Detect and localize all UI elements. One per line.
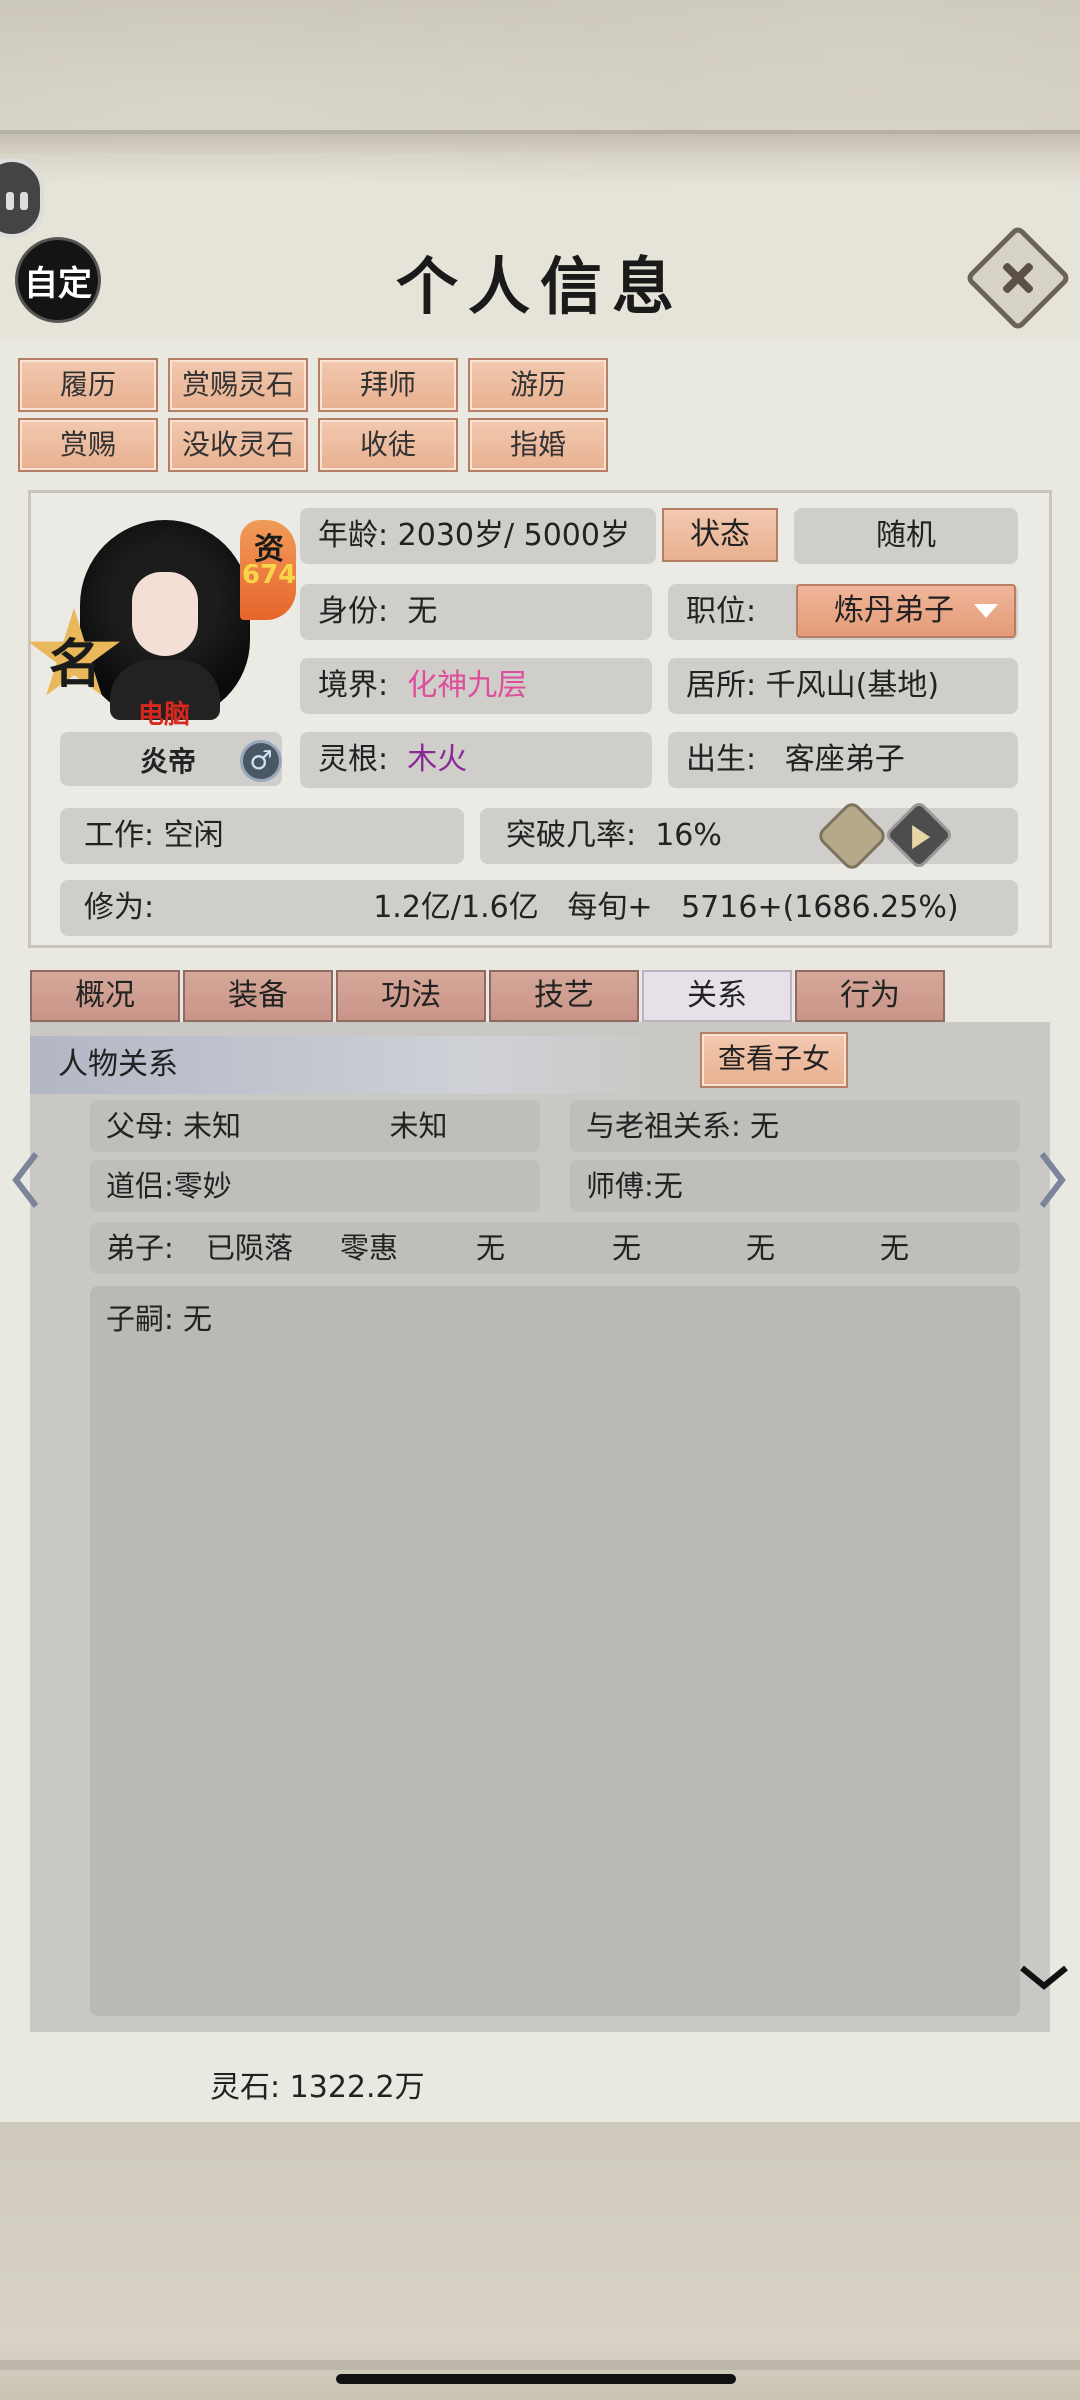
parent-1: 未知	[183, 1109, 242, 1143]
disciple-3: 无	[476, 1231, 506, 1265]
realm-label: 境界:	[318, 668, 389, 703]
disciple-1[interactable]: 已陨落	[206, 1222, 293, 1274]
work-field: 工作: 空闲	[60, 808, 464, 864]
random-button[interactable]: 随机	[794, 508, 1018, 564]
realm-field: 境界: 化神九层	[300, 658, 652, 714]
tab-relations[interactable]: 关系	[642, 970, 792, 1022]
rate-value: 5716+(1686.25%)	[681, 890, 959, 925]
spirit-root-field: 灵根: 木火	[300, 732, 652, 788]
resume-button[interactable]: 履历	[18, 358, 158, 412]
tab-behavior[interactable]: 行为	[795, 970, 945, 1022]
disciple-2[interactable]: 零惠	[340, 1222, 398, 1274]
chevron-down-icon[interactable]	[1018, 1962, 1070, 1992]
birth-field: 出生: 客座弟子	[668, 732, 1018, 788]
disciples-label: 弟子:	[106, 1231, 174, 1265]
identity-value: 无	[407, 594, 438, 629]
tab-overview[interactable]: 概况	[30, 970, 180, 1022]
apprentice-button[interactable]: 拜师	[318, 358, 458, 412]
dropdown-arrow-icon	[974, 604, 998, 618]
age-field: 年龄: 2030岁/ 5000岁	[300, 508, 656, 564]
spirit-root-label: 灵根:	[318, 742, 389, 777]
partner-field: 道侣:零妙	[90, 1160, 540, 1212]
home-indicator[interactable]	[336, 2374, 736, 2384]
cultivation-value: 1.2亿/1.6亿	[373, 890, 539, 925]
cultivation-label: 修为:	[84, 890, 155, 925]
disciple-6: 无	[880, 1231, 910, 1265]
travel-button[interactable]: 游历	[468, 358, 608, 412]
heirs-list: 子嗣: 无	[90, 1286, 1020, 2016]
disciple-4: 无	[612, 1231, 642, 1265]
cultivation-field: 修为: 1.2亿/1.6亿 每旬+ 5716+(1686.25%)	[60, 880, 1018, 936]
character-title: 炎帝	[140, 745, 197, 778]
birth-label: 出生:	[686, 742, 757, 777]
parents-field: 父母: 未知 未知	[90, 1100, 540, 1152]
custom-button[interactable]: 自定	[18, 240, 98, 320]
position-dropdown[interactable]: 炼丹弟子	[796, 584, 1016, 638]
view-children-button[interactable]: 查看子女	[700, 1032, 848, 1088]
prev-arrow-icon[interactable]	[10, 1150, 40, 1210]
page-title: 个人信息	[395, 250, 684, 323]
position-value: 炼丹弟子	[834, 593, 954, 628]
tab-techniques[interactable]: 功法	[336, 970, 486, 1022]
birth-value: 客座弟子	[784, 742, 905, 777]
position-label: 职位:	[686, 594, 757, 629]
next-arrow-icon[interactable]	[1038, 1150, 1068, 1210]
ancestor-relation-field: 与老祖关系: 无	[570, 1100, 1020, 1152]
take-disciple-button[interactable]: 收徒	[318, 418, 458, 472]
arrange-marriage-button[interactable]: 指婚	[468, 418, 608, 472]
section-title: 人物关系	[30, 1036, 670, 1094]
controller-label: 电脑	[138, 700, 191, 730]
parent-2: 未知	[389, 1109, 448, 1143]
parents-label: 父母:	[106, 1109, 174, 1143]
confiscate-stones-button[interactable]: 没收灵石	[168, 418, 308, 472]
rate-label: 每旬+	[567, 890, 653, 925]
breakthrough-value: 16%	[655, 818, 722, 853]
status-button[interactable]: 状态	[662, 508, 778, 562]
realm-value: 化神九层	[407, 668, 528, 703]
breakthrough-label: 突破几率:	[506, 818, 637, 853]
residence-field: 居所: 千风山(基地)	[668, 658, 1018, 714]
reward-button[interactable]: 赏赐	[18, 418, 158, 472]
identity-field: 身份: 无	[300, 584, 652, 640]
spirit-root-value: 木火	[407, 742, 468, 777]
name-badge: 名	[48, 634, 101, 695]
heirs-text: 子嗣: 无	[106, 1302, 212, 1336]
aptitude-value: 674	[242, 560, 297, 590]
master-field: 师傅:无	[570, 1160, 1020, 1212]
identity-label: 身份:	[318, 594, 389, 629]
bottom-scroll-background	[0, 2122, 1080, 2400]
male-icon: ♂	[240, 740, 282, 782]
reward-stones-button[interactable]: 赏赐灵石	[168, 358, 308, 412]
spirit-stones-count: 灵石: 1322.2万	[210, 2070, 425, 2105]
disciple-5: 无	[746, 1231, 776, 1265]
tab-equipment[interactable]: 装备	[183, 970, 333, 1022]
tab-skills[interactable]: 技艺	[489, 970, 639, 1022]
